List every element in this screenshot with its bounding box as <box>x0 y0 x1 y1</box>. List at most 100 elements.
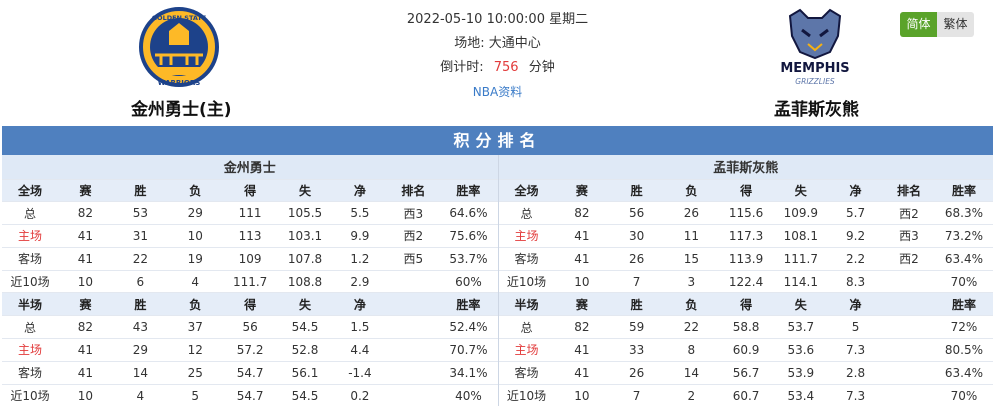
table-cell: 29 <box>167 201 223 226</box>
table-cell: 10 <box>167 224 223 248</box>
svg-text:WARRIORS: WARRIORS <box>158 79 201 87</box>
table-cell: 60.9 <box>718 338 774 362</box>
home-standings: 金州勇士 全场赛胜负得失净排名 胜率总 82 53 29 111 105.5 5.5 西3 64.… <box>2 155 498 406</box>
table-row: 主场 41 30 11 117.3 108.1 9.2 西3 73.2% <box>498 224 993 248</box>
column-header: 胜率 <box>439 292 498 317</box>
row-label: 近10场 <box>498 270 555 294</box>
table-cell: 11 <box>663 224 719 248</box>
table-cell: 115.6 <box>718 201 774 226</box>
table-cell: 52.8 <box>277 338 333 362</box>
table-cell: 41 <box>58 224 113 248</box>
away-team-name[interactable]: 孟菲斯灰熊 <box>774 95 859 120</box>
row-label: 客场 <box>2 361 58 385</box>
table-cell: 82 <box>554 201 610 226</box>
table-row: 客场 41 26 15 113.9 111.7 2.2 西2 63.4% <box>498 247 993 271</box>
table-cell <box>387 338 440 362</box>
table-cell: 西2 <box>882 247 935 271</box>
table-cell: 53.7% <box>439 247 498 271</box>
warriors-logo: GOLDEN STATE WARRIORS <box>139 5 219 93</box>
table-cell: 31 <box>112 224 168 248</box>
table-cell: 26 <box>609 247 664 271</box>
table-cell: 53.6 <box>773 338 829 362</box>
table-cell <box>882 270 935 294</box>
table-cell: 14 <box>663 361 719 385</box>
table-cell <box>882 384 935 406</box>
table-cell: 103.1 <box>277 224 333 248</box>
table-row: 总 82 53 29 111 105.5 5.5 西3 64.6% <box>2 201 498 226</box>
simplified-chinese-button[interactable]: 简体 <box>900 12 937 37</box>
table-cell: 2.8 <box>828 361 883 385</box>
table-cell: 6 <box>112 270 168 294</box>
table-cell: 5.7 <box>828 201 883 226</box>
table-cell: 西3 <box>387 201 440 226</box>
column-header: 失 <box>773 292 829 317</box>
column-header: 负 <box>167 292 223 317</box>
column-header: 胜率 <box>439 179 498 203</box>
table-cell: 22 <box>663 315 719 340</box>
table-cell: 25 <box>167 361 223 385</box>
table-cell: 53.9 <box>773 361 829 385</box>
svg-text:GRIZZLIES: GRIZZLIES <box>795 77 835 86</box>
table-cell: 19 <box>167 247 223 271</box>
column-header: 胜 <box>609 292 664 317</box>
row-label: 主场 <box>498 224 555 248</box>
table-cell: 26 <box>663 201 719 226</box>
header-row: 全场赛胜负得失净排名 胜率 <box>498 179 993 203</box>
column-header <box>387 292 440 317</box>
table-cell: 41 <box>554 338 610 362</box>
standings-board: 积分排名 金州勇士 全场赛胜负得失净排名 胜率总 82 53 29 111 105.5 5.5… <box>2 126 993 406</box>
table-cell <box>387 315 440 340</box>
table-cell: 63.4% <box>934 247 993 271</box>
table-row: 总 82 56 26 115.6 109.9 5.7 西2 68.3% <box>498 201 993 226</box>
column-header: 净 <box>828 179 883 203</box>
table-cell: 41 <box>58 247 113 271</box>
table-cell: 64.6% <box>439 201 498 226</box>
column-header: 得 <box>718 179 774 203</box>
table-cell: 7 <box>609 270 664 294</box>
table-cell <box>387 270 440 294</box>
table-cell: 4 <box>167 270 223 294</box>
column-header: 负 <box>663 292 719 317</box>
table-cell: 53.7 <box>773 315 829 340</box>
traditional-chinese-button[interactable]: 繁体 <box>937 12 974 37</box>
table-cell: 107.8 <box>277 247 333 271</box>
table-cell <box>882 338 935 362</box>
table-cell: 10 <box>58 384 113 406</box>
countdown-value: 756 <box>493 60 519 75</box>
nba-info-link[interactable]: NBA资料 <box>390 80 605 104</box>
table-row: 客场 41 26 14 56.7 53.9 2.8 63.4% <box>498 361 993 385</box>
table-cell: 72% <box>934 315 993 340</box>
column-header: 赛 <box>554 292 610 317</box>
column-header: 赛 <box>554 179 610 203</box>
table-cell: 52.4% <box>439 315 498 340</box>
row-label: 总 <box>2 201 58 226</box>
table-cell: 113.9 <box>718 247 774 271</box>
table-row: 近10场 10 7 3 122.4 114.1 8.3 70% <box>498 270 993 294</box>
table-cell: 70% <box>934 270 993 294</box>
table-cell: 73.2% <box>934 224 993 248</box>
column-header: 赛 <box>58 292 113 317</box>
column-header: 得 <box>718 292 774 317</box>
home-team-name[interactable]: 金州勇士(主) <box>131 95 232 120</box>
table-cell: 0.2 <box>332 384 388 406</box>
column-header <box>882 292 935 317</box>
column-header: 失 <box>773 179 829 203</box>
table-cell: 5 <box>828 315 883 340</box>
table-row: 总 82 59 22 58.8 53.7 5 72% <box>498 315 993 340</box>
table-cell: 8 <box>663 338 719 362</box>
away-standings-team: 孟菲斯灰熊 <box>498 155 993 180</box>
table-cell: 105.5 <box>277 201 333 226</box>
table-cell: 33 <box>609 338 664 362</box>
grizzlies-logo: MEMPHIS GRIZZLIES <box>776 6 854 90</box>
match-datetime: 2022-05-10 10:00:00 星期二 <box>406 12 589 27</box>
table-cell: 70.7% <box>439 338 498 362</box>
column-header: 排名 <box>882 179 935 203</box>
table-cell: 3 <box>663 270 719 294</box>
table-cell: 109.9 <box>773 201 829 226</box>
away-standings-table: 孟菲斯灰熊 全场赛胜负得失净排名 胜率总 82 56 26 115.6 109.9 5.7 西2… <box>498 155 993 406</box>
language-toggle: 简体 繁体 <box>900 12 974 37</box>
table-cell: 53.4 <box>773 384 829 406</box>
column-header: 排名 <box>387 179 440 203</box>
table-cell: 41 <box>554 224 610 248</box>
table-cell: 54.7 <box>222 361 278 385</box>
